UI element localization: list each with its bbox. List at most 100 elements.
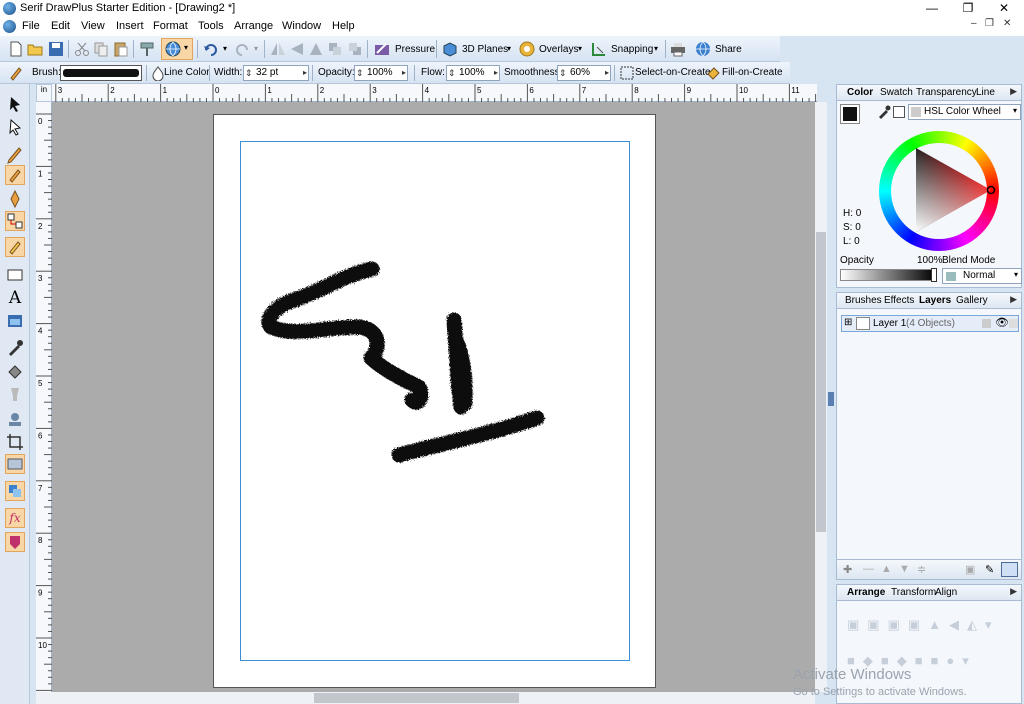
paste-icon[interactable] — [113, 41, 129, 57]
opacity-slider-thumb[interactable] — [931, 268, 937, 282]
tab-gallery[interactable]: Gallery — [956, 295, 988, 306]
flow-spinner[interactable]: 100% ▸ — [446, 65, 500, 81]
bring-forward-icon[interactable] — [327, 41, 343, 57]
vertical-scrollbar[interactable] — [815, 102, 827, 692]
horizontal-scrollbar[interactable] — [36, 692, 815, 704]
move-layer-up-icon[interactable]: ▲ — [881, 563, 892, 575]
vertical-ruler[interactable]: 01234567891011 — [36, 102, 52, 692]
blend-tool-button[interactable] — [5, 481, 25, 501]
hue-ring[interactable] — [879, 131, 999, 251]
menu-tools[interactable]: Tools — [198, 20, 224, 32]
redo-dropdown-icon[interactable]: ▾ — [254, 44, 258, 53]
drawing-canvas[interactable] — [52, 102, 815, 692]
width-spinner[interactable]: 32 pt ▸ — [243, 65, 309, 81]
menu-arrange[interactable]: Arrange — [234, 20, 273, 32]
mdi-close-button[interactable]: ✕ — [1003, 18, 1011, 29]
smoothness-dropdown-icon[interactable]: ▸ — [605, 66, 609, 80]
pressure-label[interactable]: Pressure — [395, 44, 435, 55]
edit-layer-icon[interactable]: ✎ — [985, 563, 994, 576]
snapping-icon[interactable] — [591, 41, 607, 57]
pointer-tool-icon[interactable] — [5, 94, 25, 114]
envelope-tool-button[interactable] — [5, 532, 25, 552]
blend-mode-select[interactable]: Normal ▾ — [942, 268, 1022, 284]
stamp-tool-icon[interactable] — [5, 410, 25, 430]
menu-file[interactable]: File — [22, 20, 40, 32]
brush-strokes[interactable] — [214, 115, 657, 689]
menu-window[interactable]: Window — [282, 20, 321, 32]
tab-layers[interactable]: Layers — [919, 295, 951, 306]
line-color-label[interactable]: Line Color — [164, 67, 210, 78]
3d-planes-label[interactable]: 3D Planes — [462, 44, 508, 55]
image-tool-icon[interactable] — [5, 311, 25, 331]
tab-brushes[interactable]: Brushes — [845, 295, 882, 306]
rotate-icon[interactable] — [308, 41, 324, 57]
menu-help[interactable]: Help — [332, 20, 355, 32]
snapping-dropdown-icon[interactable]: ▾ — [654, 44, 658, 53]
move-layer-down-icon[interactable]: ▼ — [899, 563, 910, 575]
view-quality-button[interactable]: ▾ — [161, 38, 193, 60]
width-dropdown-icon[interactable]: ▸ — [303, 66, 307, 80]
expand-icon[interactable]: ⊞ — [844, 317, 852, 328]
close-button[interactable]: ✕ — [986, 0, 1022, 17]
tab-align[interactable]: Align — [935, 587, 957, 598]
tab-effects[interactable]: Effects — [884, 295, 914, 306]
overlays-label[interactable]: Overlays — [539, 44, 578, 55]
document-icon[interactable] — [3, 20, 16, 33]
tab-color[interactable]: Color — [847, 87, 873, 98]
send-backward-icon[interactable] — [347, 41, 363, 57]
transparency-tool-icon[interactable] — [5, 384, 25, 404]
panel-menu-icon[interactable]: ▶ — [1010, 86, 1017, 97]
snapping-label[interactable]: Snapping — [611, 44, 653, 55]
select-on-create-icon[interactable] — [619, 65, 635, 81]
tab-swatch[interactable]: Swatch — [880, 87, 913, 98]
opacity-slider[interactable] — [840, 268, 937, 282]
fill-bucket-tool-icon[interactable] — [5, 362, 25, 382]
flow-dropdown-icon[interactable]: ▸ — [494, 66, 498, 80]
3d-planes-icon[interactable] — [442, 41, 458, 57]
connector-tool-button[interactable] — [5, 211, 25, 231]
delete-layer-icon[interactable]: — — [863, 563, 874, 575]
color-picker-tool-icon[interactable] — [5, 338, 25, 358]
ruler-unit[interactable]: in — [36, 84, 52, 102]
line-color-swatch[interactable] — [840, 104, 860, 124]
layer-properties-icon[interactable]: ▣ — [965, 563, 975, 576]
layer-name[interactable]: Layer 1 — [873, 318, 906, 329]
layer-print-icon[interactable] — [1009, 319, 1018, 328]
menu-format[interactable]: Format — [153, 20, 188, 32]
menu-view[interactable]: View — [81, 20, 105, 32]
mdi-restore-button[interactable]: ❐ — [985, 18, 994, 29]
pen-tool-icon[interactable] — [5, 189, 25, 209]
format-painter-icon[interactable] — [139, 41, 155, 57]
eyedropper-icon[interactable] — [877, 105, 891, 119]
undo-dropdown-icon[interactable]: ▾ — [223, 44, 227, 53]
no-color-swatch[interactable] — [893, 106, 905, 118]
copy-icon[interactable] — [93, 41, 109, 57]
flip-horizontal-icon[interactable] — [270, 41, 286, 57]
menu-edit[interactable]: Edit — [51, 20, 70, 32]
menu-insert[interactable]: Insert — [116, 20, 144, 32]
layer-options-icon[interactable] — [1001, 562, 1018, 577]
brush-preview-button[interactable] — [60, 65, 142, 81]
panel-menu-icon[interactable]: ▶ — [1010, 586, 1017, 597]
minimize-button[interactable]: — — [914, 0, 950, 17]
fill-on-create-icon[interactable] — [705, 65, 721, 81]
merge-layer-icon[interactable]: ≑ — [917, 563, 926, 576]
mdi-minimize-button[interactable]: – — [971, 18, 977, 29]
layer-row[interactable]: ⊞ Layer 1 (4 Objects) 👁 — [841, 315, 1019, 332]
horizontal-scroll-thumb[interactable] — [314, 693, 519, 703]
node-tool-icon[interactable] — [5, 117, 25, 137]
select-on-create-label[interactable]: Select-on-Create — [635, 67, 711, 78]
rectangle-tool-icon[interactable] — [5, 265, 25, 285]
save-icon[interactable] — [48, 41, 64, 57]
open-folder-icon[interactable] — [27, 41, 43, 57]
overlays-icon[interactable] — [519, 41, 535, 57]
panel-menu-icon[interactable]: ▶ — [1010, 294, 1017, 305]
color-mode-select[interactable]: HSL Color Wheel ▾ — [908, 104, 1021, 120]
print-icon[interactable] — [670, 41, 686, 57]
tab-line[interactable]: Line — [976, 87, 995, 98]
saturation-triangle[interactable] — [879, 131, 999, 251]
pencil-tool-icon[interactable] — [5, 144, 25, 164]
3d-planes-dropdown-icon[interactable]: ▾ — [507, 44, 511, 53]
paintbrush-tool-button[interactable] — [5, 165, 25, 185]
share-icon[interactable] — [695, 41, 711, 57]
